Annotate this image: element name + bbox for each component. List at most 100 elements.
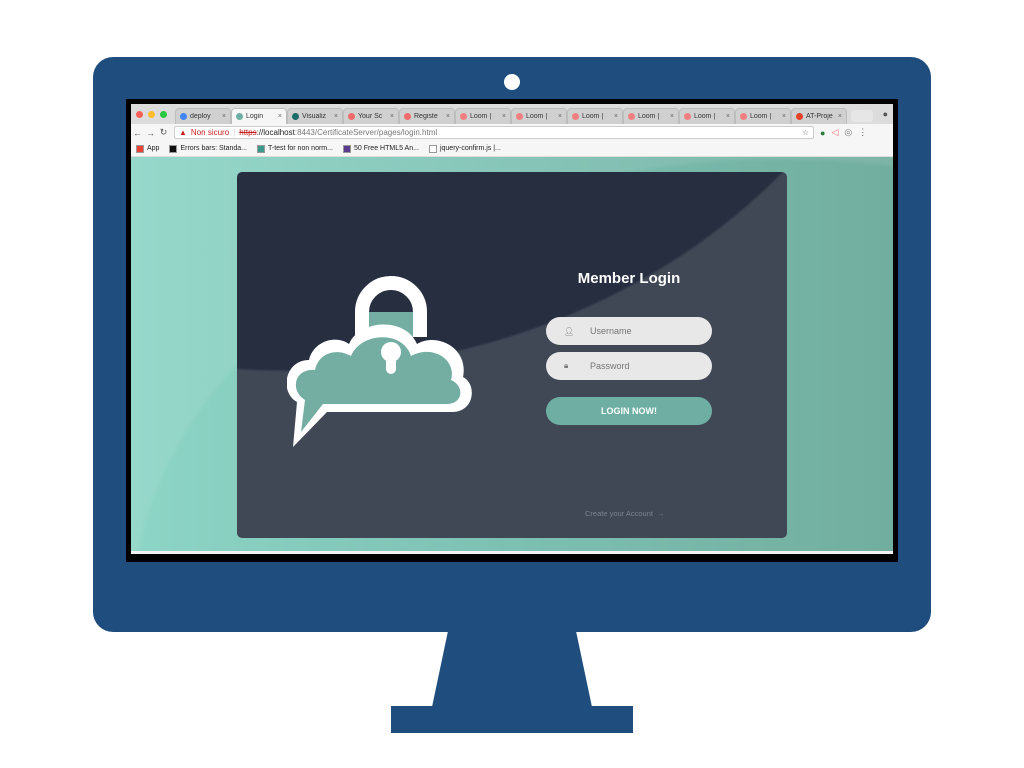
page-title: Member Login	[577, 270, 681, 287]
close-tab-icon[interactable]: ×	[614, 113, 618, 120]
tab-4[interactable]: Registe ×	[399, 108, 455, 124]
tab-label: AT-Proje	[806, 113, 833, 120]
loom-icon	[516, 113, 523, 120]
status-bar	[131, 551, 893, 554]
close-tab-icon[interactable]: ×	[446, 113, 450, 120]
tab-label: Loom |	[750, 113, 772, 120]
loom-icon	[460, 113, 467, 120]
create-account-label: Create your Account	[585, 509, 653, 518]
menu-icon[interactable]: ⋮	[858, 127, 867, 138]
tab-label: deploy	[190, 113, 211, 120]
login-page: Member Login 👤︎ 🔒︎ LOGIN NOW! Create you…	[131, 157, 893, 551]
bookmark-item[interactable]: 50 Free HTML5 An...	[342, 144, 419, 153]
close-tab-icon[interactable]: ×	[670, 113, 674, 120]
extension-globe-icon[interactable]: ●	[820, 128, 825, 138]
bookmark-star-icon[interactable]: ☆	[802, 128, 809, 137]
close-tab-icon[interactable]: ×	[278, 113, 282, 120]
monitor-stand-neck	[432, 631, 592, 707]
tab-label: Loom |	[638, 113, 660, 120]
bookmark-label: jquery-confirm.js |...	[439, 145, 501, 152]
cloud-lock-icon	[287, 276, 472, 447]
tab-label: Loom |	[582, 113, 604, 120]
monitor-stand-base	[391, 706, 633, 733]
bookmark-item[interactable]: T-test for non norm...	[257, 144, 333, 153]
tab-9[interactable]: Loom | ×	[679, 108, 735, 124]
tab-label: Registe	[414, 113, 438, 120]
tab-7[interactable]: Loom | ×	[567, 108, 623, 124]
tab-2[interactable]: Visualiz ×	[287, 108, 343, 124]
close-tab-icon[interactable]: ×	[838, 113, 842, 120]
bookmark-item[interactable]: Errors bars: Standa...	[169, 144, 247, 153]
password-input[interactable]	[590, 361, 700, 371]
warning-icon: ▲	[179, 128, 187, 137]
lock-icon: 🔒︎	[564, 361, 569, 370]
login-card: Member Login 👤︎ 🔒︎ LOGIN NOW! Create you…	[237, 172, 787, 538]
password-field[interactable]: 🔒︎	[546, 352, 712, 380]
bookmark-icon	[169, 144, 178, 153]
close-tab-icon[interactable]: ×	[502, 113, 506, 120]
username-field[interactable]: 👤︎	[546, 317, 712, 345]
tab-label: Loom |	[526, 113, 548, 120]
url-input[interactable]: ▲ Non sicuro | https://localhost:8443/Ce…	[174, 126, 814, 139]
tab-1[interactable]: Login ×	[231, 108, 287, 124]
webcam	[504, 74, 520, 90]
login-form: Member Login 👤︎ 🔒︎ LOGIN NOW!	[546, 270, 712, 425]
new-tab-button[interactable]	[851, 110, 873, 122]
security-warning[interactable]: Non sicuro	[191, 128, 229, 137]
loom-record-icon	[348, 113, 355, 120]
url-text: https://localhost:8443/CertificateServer…	[239, 128, 438, 137]
mountain-icon	[236, 113, 243, 120]
tab-5[interactable]: Loom | ×	[455, 108, 511, 124]
tab-label: Visualiz	[302, 113, 326, 120]
extension-settings-icon[interactable]: ◎	[844, 127, 852, 138]
create-account-link[interactable]: Create your Account →	[585, 509, 665, 518]
close-tab-icon[interactable]: ×	[558, 113, 562, 120]
bookmark-icon	[428, 144, 437, 153]
bookmark-icon	[136, 144, 144, 153]
gitlab-icon	[796, 113, 803, 120]
close-window-button[interactable]	[136, 110, 143, 118]
tab-label: Loom |	[694, 113, 716, 120]
tab-8[interactable]: Loom | ×	[623, 108, 679, 124]
bookmark-icon	[342, 144, 351, 153]
maximize-window-button[interactable]	[160, 110, 167, 118]
close-tab-icon[interactable]: ×	[222, 113, 226, 120]
username-input[interactable]	[590, 326, 700, 336]
forward-icon[interactable]: →	[144, 128, 157, 138]
reload-icon[interactable]: ↻	[157, 127, 170, 138]
back-icon[interactable]: ←	[131, 128, 144, 138]
close-tab-icon[interactable]: ×	[390, 113, 394, 120]
google-icon	[180, 113, 187, 120]
circle-icon	[292, 113, 299, 120]
address-bar-row: ← → ↻ ▲ Non sicuro | https://localhost:8…	[131, 124, 893, 141]
tab-label: Login	[246, 113, 264, 120]
tab-6[interactable]: Loom | ×	[511, 108, 567, 124]
user-icon: 👤︎	[564, 326, 575, 336]
bookmark-item[interactable]: App	[136, 144, 160, 153]
profile-icon[interactable]: ●	[883, 109, 888, 119]
tab-bar: deploy × Login × Visualiz × Your Sc × Registe × Lo…	[131, 104, 893, 124]
minimize-window-button[interactable]	[148, 110, 155, 118]
login-button[interactable]: LOGIN NOW!	[546, 397, 712, 425]
tab-3[interactable]: Your Sc ×	[343, 108, 399, 124]
close-tab-icon[interactable]: ×	[334, 113, 338, 120]
bookmark-label: T-test for non norm...	[268, 145, 333, 152]
tab-0[interactable]: deploy ×	[175, 108, 231, 124]
loom-icon	[628, 113, 635, 120]
close-tab-icon[interactable]: ×	[726, 113, 730, 120]
tab-10[interactable]: Loom | ×	[735, 108, 791, 124]
close-tab-icon[interactable]: ×	[782, 113, 786, 120]
arrow-right-icon: →	[657, 509, 665, 518]
tab-11[interactable]: AT-Proje ×	[791, 108, 847, 124]
bookmark-item[interactable]: jquery-confirm.js |...	[428, 144, 501, 153]
loom-icon	[740, 113, 747, 120]
bookmark-label: Errors bars: Standa...	[180, 145, 247, 152]
loom-extension-icon[interactable]: ◁	[831, 127, 838, 138]
bookmark-label: App	[147, 145, 160, 152]
tab-label: Loom |	[470, 113, 492, 120]
bookmarks-bar: App Errors bars: Standa... T-test for non …	[131, 141, 893, 157]
loom-icon	[572, 113, 579, 120]
window-controls	[136, 110, 167, 118]
bookmark-label: 50 Free HTML5 An...	[353, 145, 419, 152]
tab-label: Your Sc	[358, 113, 383, 120]
